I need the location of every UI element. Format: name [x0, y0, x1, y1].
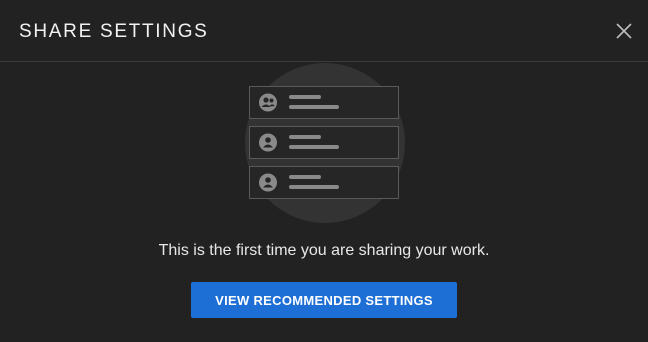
list-card-2 [249, 126, 399, 159]
list-card-3 [249, 166, 399, 199]
list-card-1 [249, 86, 399, 119]
group-icon [259, 93, 277, 112]
view-recommended-settings-button[interactable]: VIEW RECOMMENDED SETTINGS [191, 282, 457, 318]
share-settings-dialog: SHARE SETTINGS This is the first time yo… [0, 0, 648, 342]
person-icon [259, 173, 277, 192]
share-illustration [245, 63, 405, 223]
person-icon [259, 133, 277, 152]
close-icon[interactable] [612, 19, 636, 43]
first-share-message: This is the first time you are sharing y… [158, 242, 490, 259]
dialog-title: SHARE SETTINGS [19, 21, 209, 42]
dialog-header: SHARE SETTINGS [0, 0, 648, 62]
